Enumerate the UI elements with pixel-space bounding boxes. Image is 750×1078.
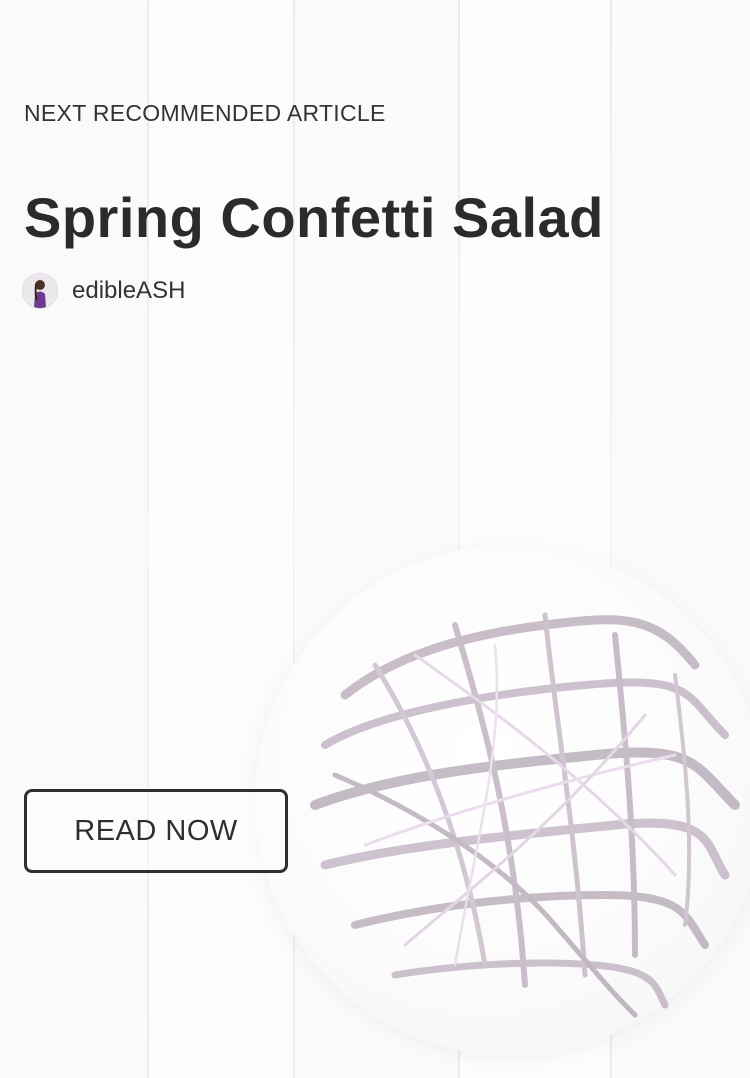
avatar-icon <box>23 274 57 308</box>
background-image <box>0 0 750 1078</box>
author-avatar[interactable] <box>22 273 58 309</box>
read-now-button[interactable]: READ NOW <box>24 789 288 873</box>
article-title[interactable]: Spring Confetti Salad <box>24 184 604 251</box>
red-cabbage-salad <box>310 612 740 1018</box>
author-name[interactable]: edibleASH <box>72 277 185 305</box>
section-eyebrow: NEXT RECOMMENDED ARTICLE <box>24 100 386 126</box>
author-byline[interactable]: edibleASH <box>22 273 185 309</box>
